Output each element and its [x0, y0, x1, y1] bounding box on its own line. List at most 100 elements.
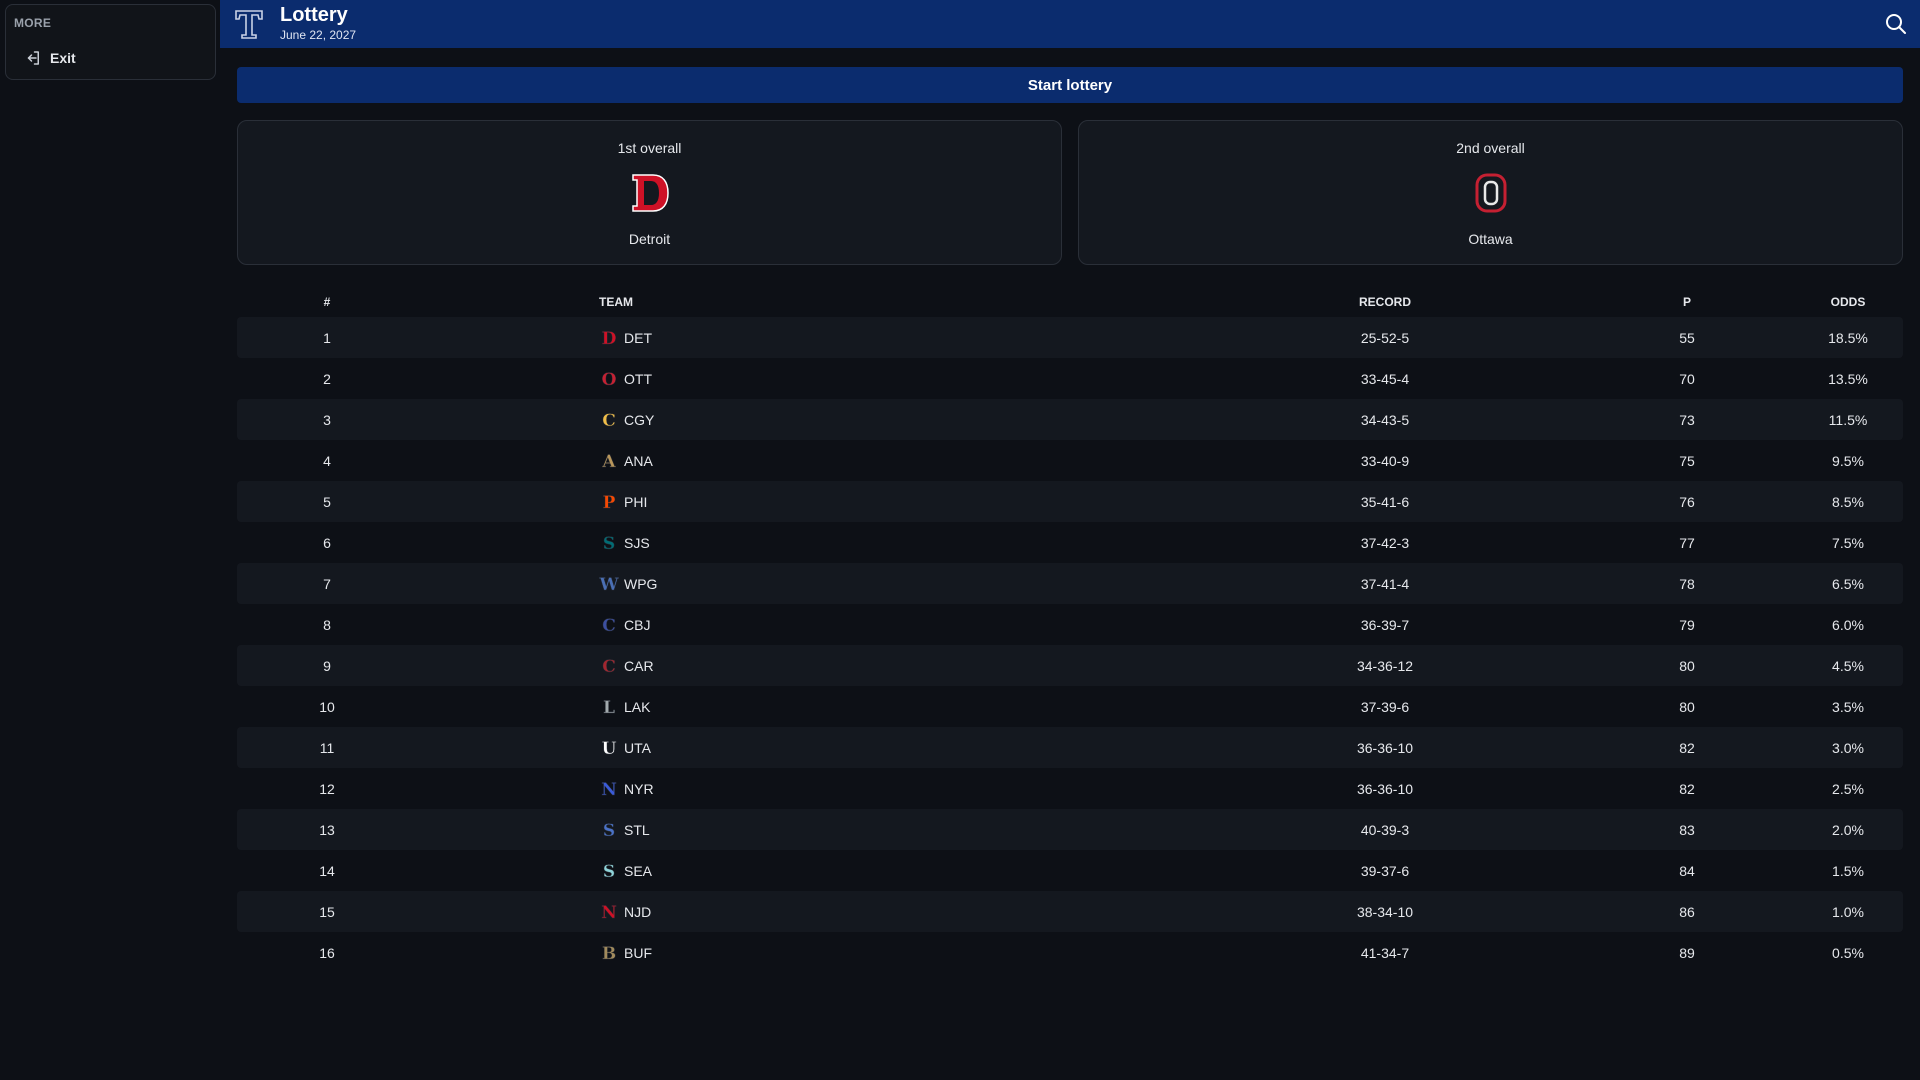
team-abbr: STL — [624, 821, 650, 838]
table-row: 10 L LAK 37-39-6 80 3.5% — [237, 686, 1903, 727]
team-odds: 11.5% — [1828, 411, 1868, 428]
team-cell[interactable]: N NYR — [599, 768, 999, 809]
pick-number: 14 — [319, 862, 335, 879]
team-points: 76 — [1679, 493, 1695, 510]
pick-team: Ottawa — [1468, 231, 1513, 247]
team-record: 34-36-12 — [1356, 657, 1414, 674]
team-logo-icon: S — [603, 820, 616, 839]
team-cell[interactable]: S STL — [599, 809, 999, 850]
team-record: 41-34-7 — [1360, 944, 1410, 961]
svg-text:S: S — [603, 534, 615, 553]
svg-text:O: O — [602, 370, 617, 389]
team-cell[interactable]: S SEA — [599, 850, 999, 891]
team-abbr: UTA — [624, 739, 651, 756]
team-odds: 13.5% — [1828, 370, 1868, 387]
team-cell[interactable]: S SJS — [599, 522, 999, 563]
pick-card-1st: 1st overall Detroit — [237, 120, 1062, 265]
pick-number: 12 — [319, 780, 335, 797]
t-logo-icon[interactable] — [234, 8, 264, 40]
table-row: 8 C CBJ 36-39-7 79 6.0% — [237, 604, 1903, 645]
col-header-team[interactable]: TEAM — [599, 287, 999, 317]
team-record: 37-42-3 — [1360, 534, 1410, 551]
team-cell[interactable]: U UTA — [599, 727, 999, 768]
pick-number: 3 — [323, 411, 331, 428]
table-row: 1 D DET 25-52-5 55 18.5% — [237, 317, 1903, 358]
pick-number: 7 — [323, 575, 331, 592]
table-row: 11 U UTA 36-36-10 82 3.0% — [237, 727, 1903, 768]
svg-text:D: D — [602, 329, 617, 348]
team-record: 33-40-9 — [1360, 452, 1410, 469]
team-points: 86 — [1679, 903, 1695, 920]
col-header-num[interactable]: # — [237, 287, 417, 317]
team-odds: 9.5% — [1832, 452, 1864, 469]
team-abbr: NJD — [624, 903, 652, 920]
team-cell[interactable]: D DET — [599, 317, 999, 358]
team-abbr: SEA — [624, 862, 653, 879]
team-record: 36-36-10 — [1356, 780, 1414, 797]
team-points: 73 — [1679, 411, 1695, 428]
team-logo-icon: S — [603, 861, 616, 880]
team-logo-icon: N — [601, 902, 617, 921]
team-record: 25-52-5 — [1360, 329, 1410, 346]
page-date: June 22, 2027 — [280, 28, 357, 42]
sidebar: MORE Exit — [0, 0, 220, 1080]
team-logo-icon: C — [602, 615, 616, 635]
team-logo-icon: U — [601, 738, 616, 757]
team-record: 38-34-10 — [1356, 903, 1414, 920]
team-cell[interactable]: O OTT — [599, 358, 999, 399]
col-header-points[interactable]: P — [1637, 287, 1737, 317]
search-icon[interactable] — [1884, 12, 1908, 36]
team-odds: 6.0% — [1832, 616, 1864, 633]
col-header-record[interactable]: RECORD — [1285, 287, 1485, 317]
team-abbr: CAR — [624, 657, 654, 674]
pick-number: 11 — [319, 739, 335, 756]
team-points: 80 — [1679, 698, 1695, 715]
exit-icon — [27, 51, 39, 65]
team-points: 78 — [1679, 575, 1695, 592]
team-points: 83 — [1679, 821, 1695, 838]
table-row: 7 W WPG 37-41-4 78 6.5% — [237, 563, 1903, 604]
team-odds: 4.5% — [1832, 657, 1864, 674]
team-cell[interactable]: P PHI — [599, 481, 999, 522]
table-body: 1 D DET 25-52-5 55 18.5% 2 O OTT 33-45-4 70 13.5% 3 C… — [237, 317, 1903, 973]
team-cell[interactable]: C CBJ — [599, 604, 999, 645]
team-cell[interactable]: N NJD — [599, 891, 999, 932]
team-cell[interactable]: B BUF — [599, 932, 999, 973]
team-abbr: LAK — [624, 698, 651, 715]
more-title: MORE — [14, 16, 52, 30]
team-logo-icon: C — [602, 656, 616, 675]
svg-text:B: B — [602, 944, 616, 963]
lottery-table: # TEAM RECORD P ODDS 1 D DET 25-52-5 55 18.5%… — [237, 287, 1903, 973]
pick-team: Detroit — [628, 231, 671, 247]
team-points: 82 — [1679, 780, 1695, 797]
team-cell[interactable]: C CGY — [599, 399, 999, 440]
team-cell[interactable]: W WPG — [599, 563, 999, 604]
team-record: 35-41-6 — [1360, 493, 1410, 510]
team-abbr: BUF — [624, 944, 652, 961]
svg-text:P: P — [603, 493, 616, 512]
team-points: 89 — [1679, 944, 1695, 961]
team-points: 75 — [1679, 452, 1695, 469]
team-cell[interactable]: C CAR — [599, 645, 999, 686]
start-lottery-button[interactable]: Start lottery — [237, 67, 1903, 103]
exit-button[interactable]: Exit — [24, 46, 204, 70]
team-logo-icon: O — [601, 369, 617, 389]
team-logo-icon: P — [602, 492, 616, 512]
pick-number: 9 — [323, 657, 331, 674]
svg-text:C: C — [602, 616, 616, 635]
pick-number: 6 — [323, 534, 331, 551]
team-cell[interactable]: A ANA — [599, 440, 999, 481]
team-abbr: NYR — [624, 780, 654, 797]
team-record: 39-37-6 — [1360, 862, 1410, 879]
team-cell[interactable]: L LAK — [599, 686, 999, 727]
team-odds: 2.0% — [1832, 821, 1864, 838]
col-header-odds[interactable]: ODDS — [1798, 287, 1898, 317]
team-logo-icon: S — [603, 533, 616, 553]
team-record: 40-39-3 — [1360, 821, 1410, 838]
table-row: 12 N NYR 36-36-10 82 2.5% — [237, 768, 1903, 809]
team-record: 36-39-7 — [1360, 616, 1410, 633]
team-abbr: CBJ — [624, 616, 651, 633]
pick-number: 10 — [319, 698, 335, 715]
team-record: 37-41-4 — [1360, 575, 1410, 592]
more-panel: MORE Exit — [5, 4, 216, 80]
